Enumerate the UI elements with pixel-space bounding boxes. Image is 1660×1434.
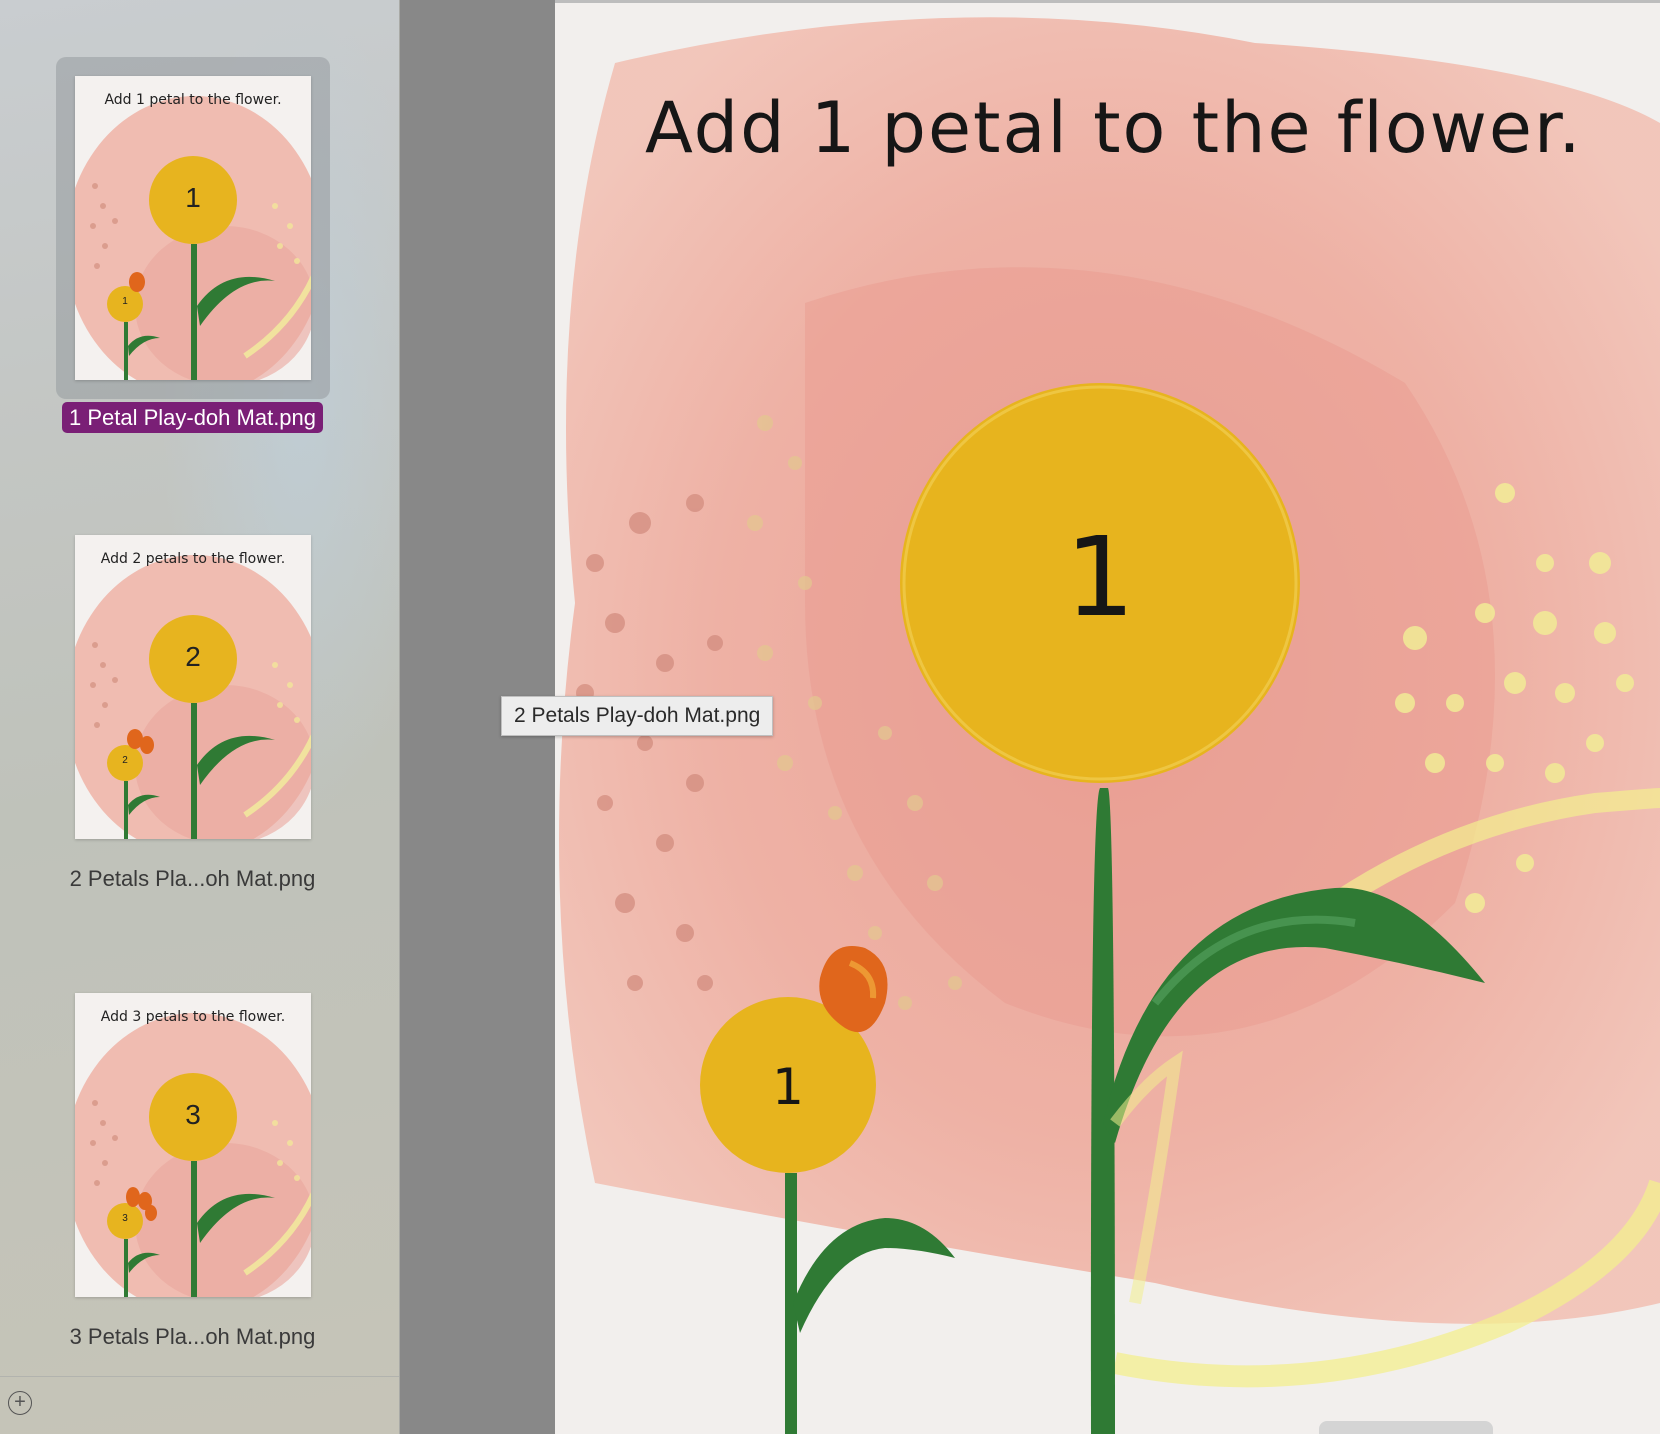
thumbnail-label-1[interactable]: 1 Petal Play-doh Mat.png bbox=[0, 402, 385, 433]
thumbnail-title: Add 3 petals to the flower. bbox=[100, 1009, 286, 1025]
plus-circle-icon[interactable]: + bbox=[8, 1391, 32, 1415]
thumbnail-page-3[interactable]: Add 3 petals to the flower. 3 3 bbox=[75, 993, 311, 1297]
drag-tooltip: 2 Petals Play-doh Mat.png bbox=[501, 696, 774, 736]
thumbnail-small-number: 1 bbox=[122, 296, 128, 307]
thumbnail-flower-number: 3 bbox=[185, 1099, 201, 1130]
thumbnail-art bbox=[75, 555, 311, 839]
page-title: Add 1 petal to the flower. bbox=[645, 87, 1583, 169]
sidebar-footer: + bbox=[0, 1376, 399, 1434]
small-flower-number: 1 bbox=[772, 1058, 804, 1116]
thumbnail-title: Add 1 petal to the flower. bbox=[104, 92, 282, 108]
thumbnail-page-2[interactable]: Add 2 petals to the flower. 2 2 bbox=[75, 535, 311, 839]
thumbnail-art bbox=[75, 96, 311, 380]
sidebar-thumbnails: Add 1 petal to the flower. 1 1 1 Petal P… bbox=[0, 0, 400, 1434]
big-flower-number: 1 bbox=[1065, 513, 1135, 641]
horizontal-scrollbar-thumb[interactable] bbox=[1319, 1421, 1493, 1434]
thumbnail-small-number: 3 bbox=[122, 1213, 128, 1224]
thumbnail-flower-number: 1 bbox=[185, 182, 201, 213]
thumbnail-art bbox=[75, 1013, 311, 1297]
thumbnail-label-3[interactable]: 3 Petals Pla...oh Mat.png bbox=[0, 1324, 385, 1350]
thumbnail-label-2[interactable]: 2 Petals Pla...oh Mat.png bbox=[0, 866, 385, 892]
thumbnail-page-1[interactable]: Add 1 petal to the flower. 1 1 bbox=[75, 76, 311, 380]
thumbnail-title: Add 2 petals to the flower. bbox=[100, 551, 286, 567]
thumbnail-small-number: 2 bbox=[122, 755, 128, 766]
thumbnail-flower-number: 2 bbox=[185, 641, 201, 672]
